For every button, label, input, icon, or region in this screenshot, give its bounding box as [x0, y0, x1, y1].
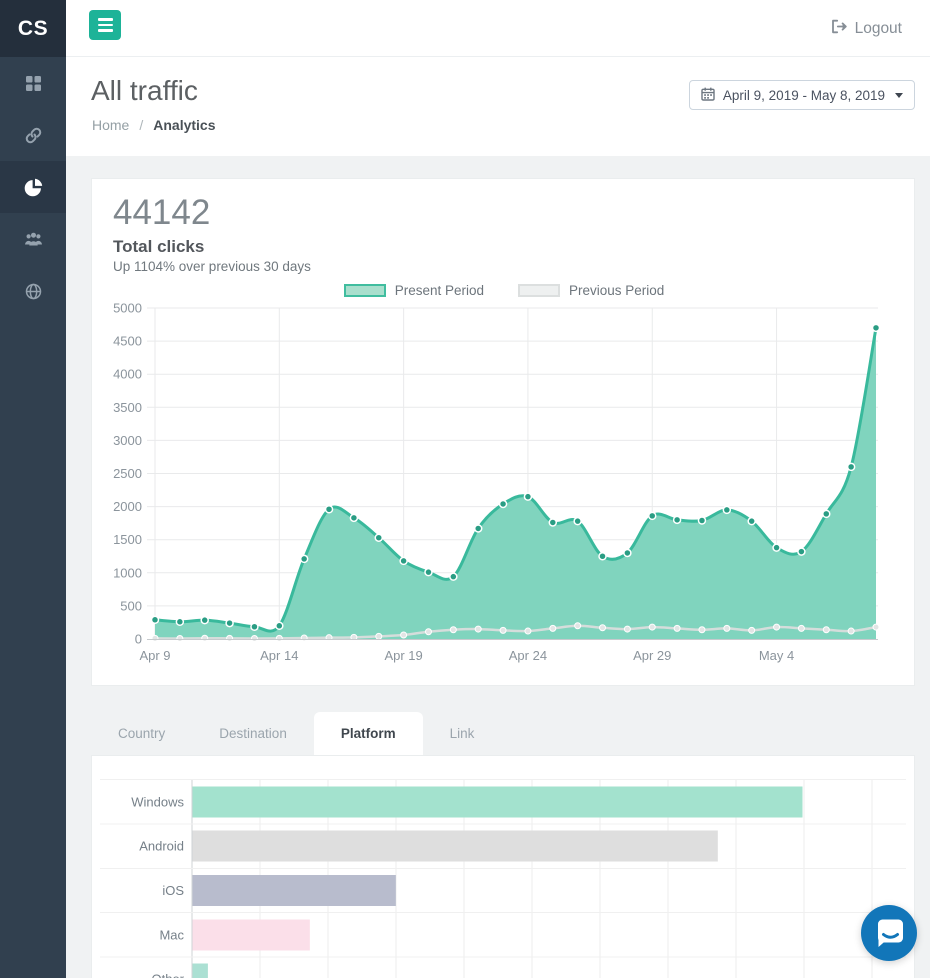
tab-bar: Country Destination Platform Link [91, 712, 501, 755]
page-header: All traffic Home / Analytics Apri [66, 57, 930, 156]
breadcrumb-separator: / [139, 117, 143, 133]
svg-text:1000: 1000 [113, 565, 142, 580]
logo-text: CS [18, 17, 48, 41]
svg-text:2000: 2000 [113, 499, 142, 514]
pie-chart-icon [24, 178, 43, 197]
tab-link[interactable]: Link [423, 712, 502, 755]
link-icon [25, 127, 42, 144]
platform-bar-chart: Windows Android iOS Mac Other [92, 756, 914, 978]
globe-icon [25, 283, 42, 300]
date-range-picker-button[interactable]: April 9, 2019 - May 8, 2019 [689, 80, 915, 110]
sidebar-item-users[interactable] [0, 213, 66, 265]
grid-icon [25, 75, 42, 92]
users-icon [24, 231, 43, 248]
logout-label: Logout [855, 20, 902, 38]
svg-text:Apr 14: Apr 14 [260, 648, 298, 663]
svg-text:Windows: Windows [131, 795, 184, 810]
traffic-area-chart: 0 500 1000 1500 2000 2500 3000 3500 4000 4500 5000… [92, 179, 914, 685]
svg-text:Apr 24: Apr 24 [509, 648, 547, 663]
logout-link[interactable]: Logout [831, 0, 902, 57]
svg-text:Apr 29: Apr 29 [633, 648, 671, 663]
sidebar: CS [0, 0, 66, 978]
topbar: Logout [66, 0, 930, 57]
svg-text:Other: Other [151, 972, 184, 978]
svg-text:3000: 3000 [113, 433, 142, 448]
breadcrumb-current: Analytics [153, 117, 215, 133]
svg-text:5000: 5000 [113, 301, 142, 316]
calendar-icon [701, 87, 715, 104]
svg-text:Apr 9: Apr 9 [139, 648, 170, 663]
hamburger-menu-button[interactable] [89, 10, 121, 40]
sidebar-item-analytics[interactable] [0, 161, 66, 213]
logo[interactable]: CS [0, 0, 66, 57]
tab-destination[interactable]: Destination [192, 712, 314, 755]
svg-text:3500: 3500 [113, 400, 142, 415]
breadcrumb-home-link[interactable]: Home [92, 117, 129, 133]
svg-text:May 4: May 4 [759, 648, 794, 663]
svg-text:Android: Android [139, 839, 184, 854]
svg-text:2500: 2500 [113, 466, 142, 481]
svg-text:iOS: iOS [162, 883, 184, 898]
sign-out-icon [831, 19, 847, 39]
svg-text:Apr 19: Apr 19 [384, 648, 422, 663]
platform-card: Windows Android iOS Mac Other [91, 755, 915, 978]
svg-text:500: 500 [120, 598, 142, 613]
chat-bubble-icon [861, 905, 917, 961]
chevron-down-icon [895, 93, 903, 98]
traffic-card: 44142 Total clicks Up 1104% over previou… [91, 178, 915, 686]
sidebar-item-world[interactable] [0, 265, 66, 317]
chat-widget-button[interactable] [861, 905, 917, 961]
svg-text:4500: 4500 [113, 334, 142, 349]
svg-text:0: 0 [135, 632, 142, 647]
tab-country[interactable]: Country [91, 712, 192, 755]
svg-text:1500: 1500 [113, 532, 142, 547]
breadcrumb: Home / Analytics [92, 117, 216, 133]
tab-platform[interactable]: Platform [314, 712, 423, 755]
analytics-dashboard: CS [0, 0, 930, 978]
page-title: All traffic [91, 75, 198, 107]
svg-text:Mac: Mac [159, 928, 184, 943]
date-range-label: April 9, 2019 - May 8, 2019 [723, 88, 885, 103]
content: 44142 Total clicks Up 1104% over previou… [66, 156, 930, 978]
sidebar-item-dashboard[interactable] [0, 57, 66, 109]
svg-text:4000: 4000 [113, 367, 142, 382]
sidebar-item-links[interactable] [0, 109, 66, 161]
